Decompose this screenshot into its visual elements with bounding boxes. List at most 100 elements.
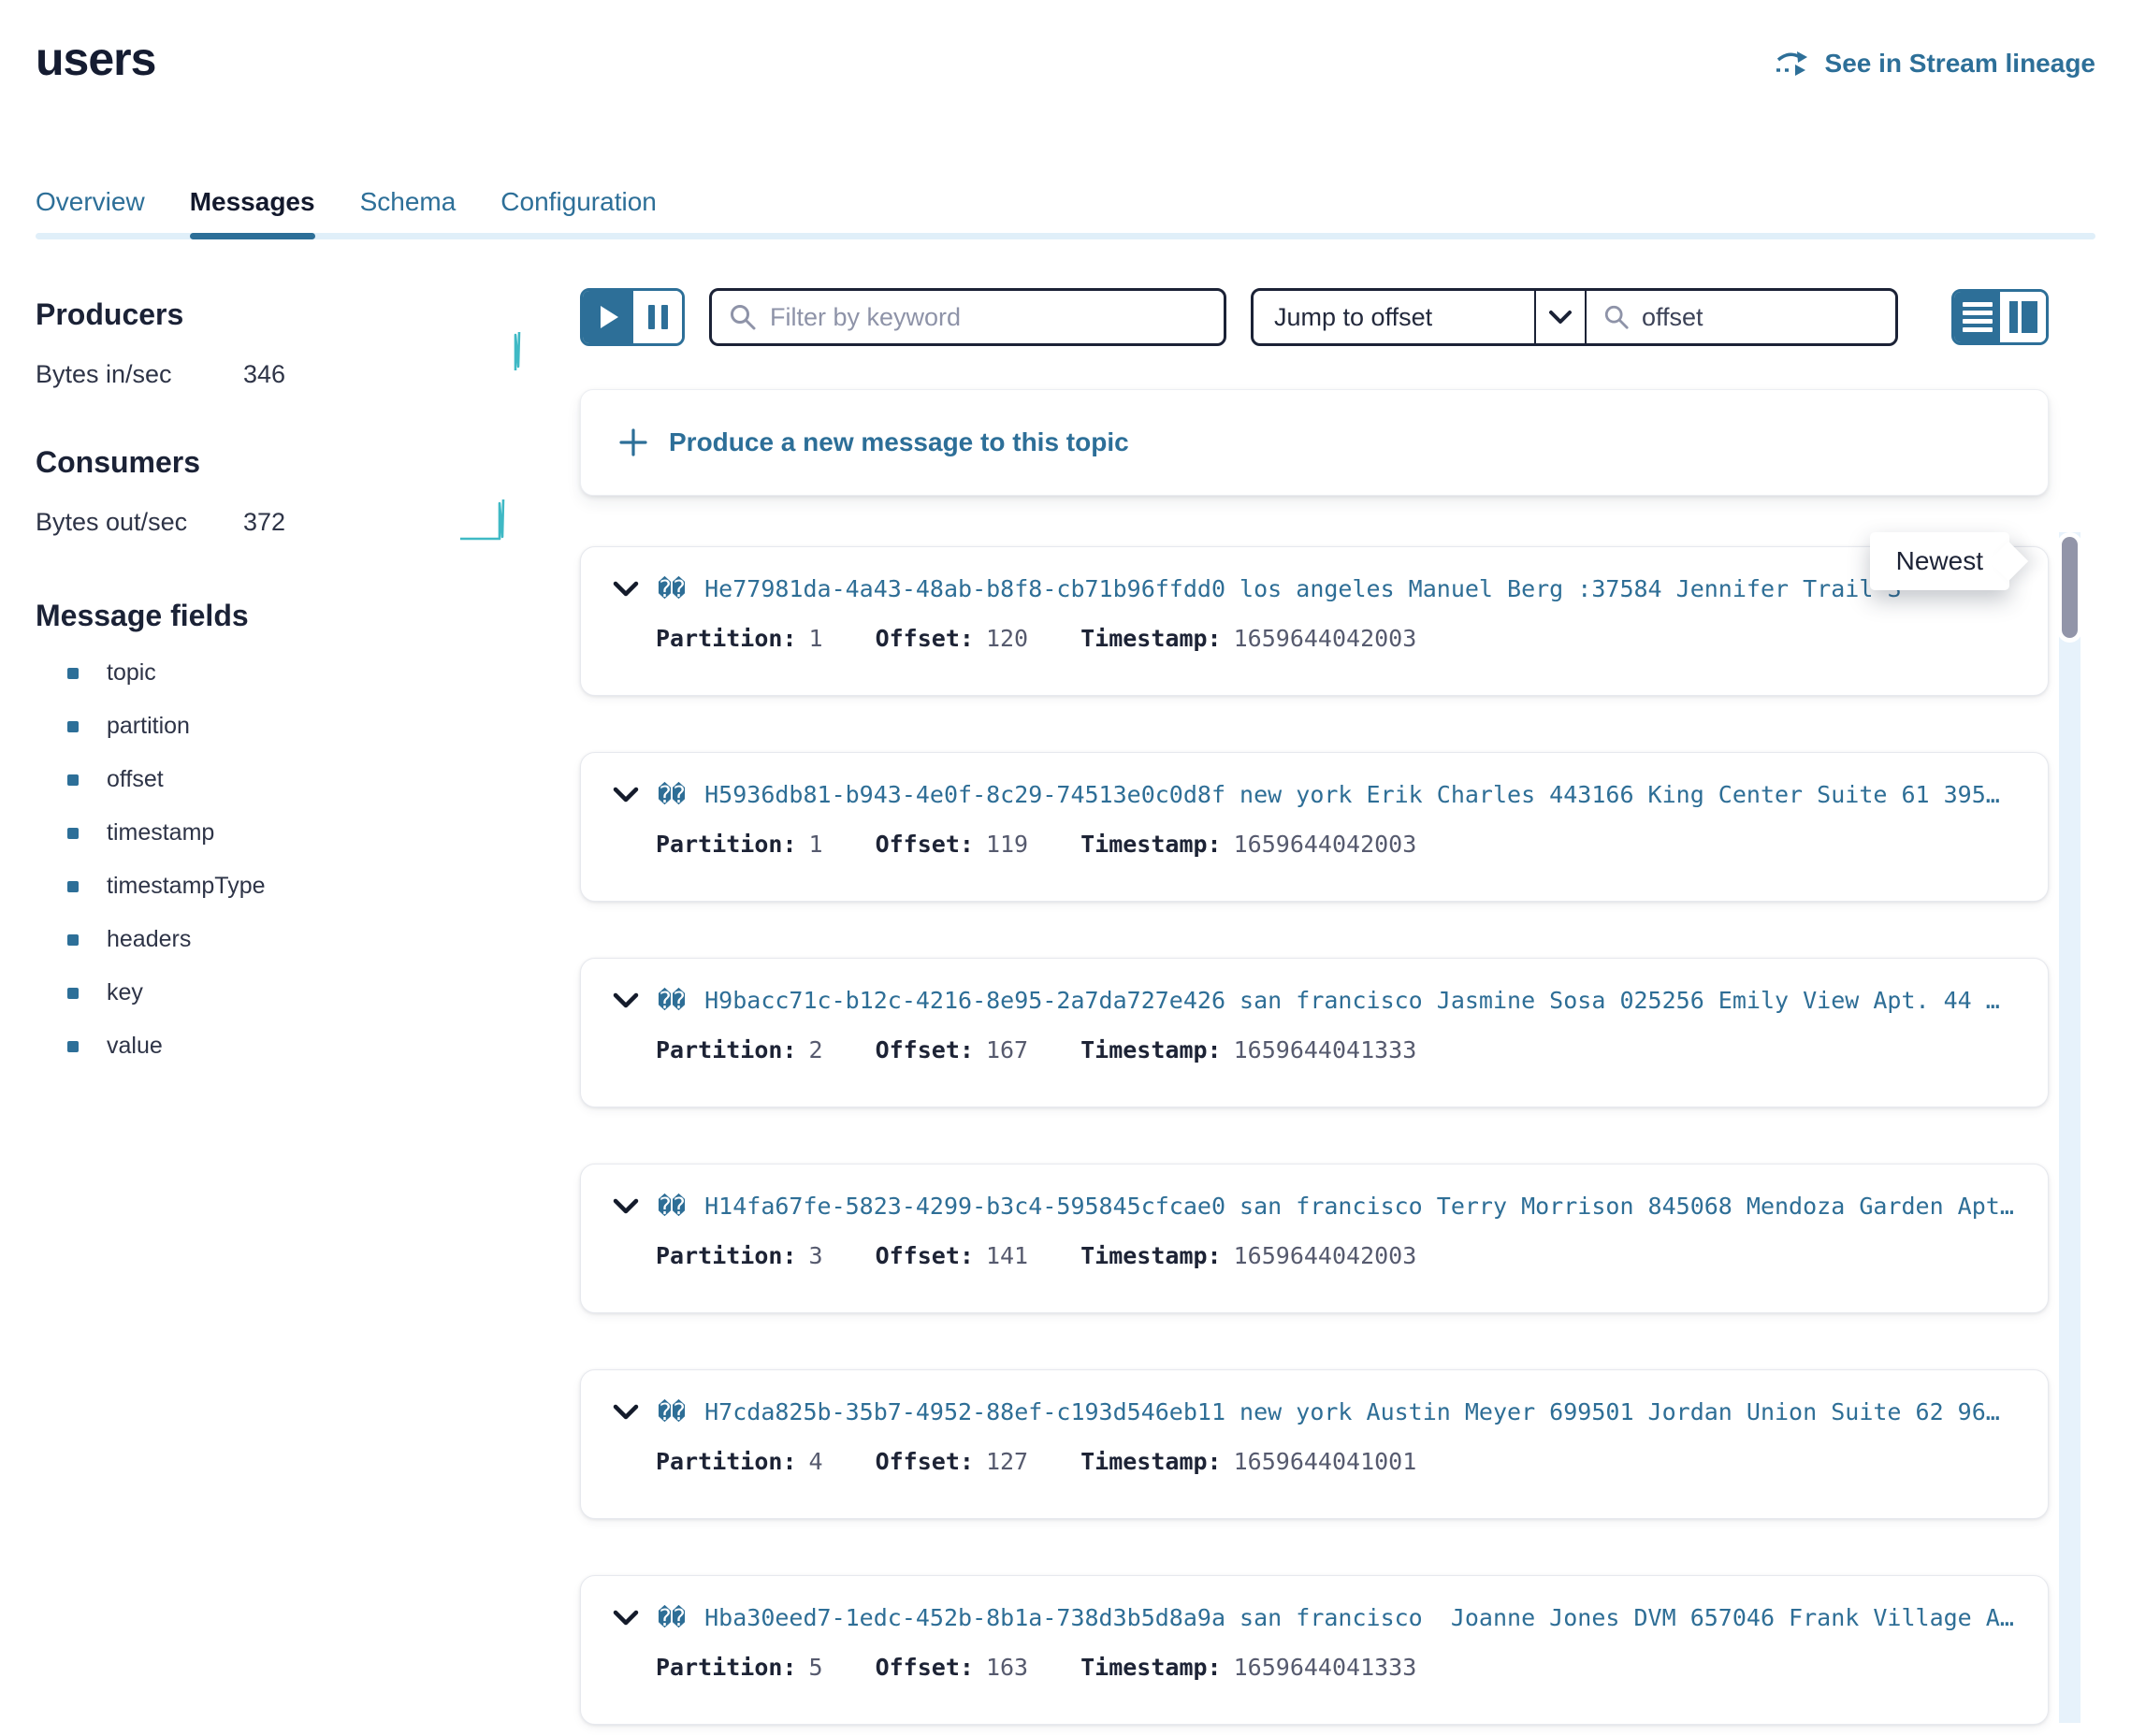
message-key-row[interactable]: �� H9bacc71c-b12c-4216-8e95-2a7da727e426… [613, 987, 2016, 1014]
chevron-down-icon[interactable] [1534, 291, 1587, 343]
list-view-button[interactable] [1954, 292, 2000, 342]
newest-tooltip: Newest [1870, 532, 2009, 590]
messages-panel: Jump to offset [545, 239, 2095, 1736]
stream-lineage-label: See in Stream lineage [1825, 49, 2095, 79]
chevron-down-icon [613, 787, 639, 803]
field-label: key [107, 979, 143, 1006]
pause-icon [648, 305, 655, 329]
field-label: offset [107, 766, 164, 793]
message-key-row[interactable]: �� H7cda825b-35b7-4952-88ef-c193d546eb11… [613, 1398, 2016, 1425]
field-item-timestamp: timestamp [36, 819, 545, 846]
message-key: He77981da-4a43-48ab-b8f8-cb71b96ffdd0 lo… [704, 575, 2016, 602]
list-view-icon [1963, 302, 1993, 307]
message-meta: Partition:3 Offset:141 Timestamp:1659644… [656, 1242, 2016, 1269]
message-meta: Partition:1 Offset:119 Timestamp:1659644… [656, 831, 2016, 858]
timestamp-value: 1659644042003 [1234, 625, 1417, 652]
field-item-topic: topic [36, 659, 545, 687]
bullet-icon [67, 934, 79, 946]
filter-input-wrapper [709, 288, 1226, 346]
field-item-key: key [36, 979, 545, 1006]
message-list: �� He77981da-4a43-48ab-b8f8-cb71b96ffdd0… [580, 546, 2049, 1725]
field-label: headers [107, 926, 191, 953]
field-label: value [107, 1033, 163, 1060]
view-toggle-group [1951, 289, 2049, 345]
field-label: topic [107, 659, 156, 687]
consumers-heading: Consumers [36, 445, 545, 480]
unknown-glyph: �� [658, 575, 686, 602]
stream-lineage-icon [1775, 50, 1812, 78]
tab-schema[interactable]: Schema [360, 187, 457, 239]
pause-button[interactable] [631, 291, 682, 343]
sidebar: Producers Bytes in/sec 346 Consumers Byt… [36, 239, 545, 1717]
see-in-stream-lineage-link[interactable]: See in Stream lineage [1775, 49, 2095, 79]
offset-input-wrapper [1587, 291, 1895, 343]
scrollbar-thumb[interactable] [2062, 537, 2078, 638]
message-key-row[interactable]: �� H14fa67fe-5823-4299-b3c4-595845cfcae0… [613, 1193, 2016, 1220]
bullet-icon [67, 721, 79, 732]
jump-to-offset-group: Jump to offset [1251, 288, 1898, 346]
tab-configuration[interactable]: Configuration [500, 187, 657, 239]
field-item-partition: partition [36, 713, 545, 740]
message-card: �� Hba30eed7-1edc-452b-8b1a-738d3b5d8a9a… [580, 1575, 2049, 1725]
message-key-row[interactable]: �� H5936db81-b943-4e0f-8c29-74513e0c0d8f… [613, 781, 2016, 808]
message-card: �� He77981da-4a43-48ab-b8f8-cb71b96ffdd0… [580, 546, 2049, 696]
tab-bar: Overview Messages Schema Configuration [36, 187, 2095, 239]
plus-icon [618, 427, 648, 457]
chevron-down-icon [613, 1198, 639, 1215]
chevron-down-icon [613, 1610, 639, 1627]
chevron-down-icon [613, 581, 639, 598]
column-view-icon [2009, 301, 2018, 333]
tab-messages[interactable]: Messages [190, 187, 315, 239]
bullet-icon [67, 881, 79, 892]
message-card: �� H5936db81-b943-4e0f-8c29-74513e0c0d8f… [580, 752, 2049, 902]
bytes-out-value: 372 [243, 508, 285, 537]
field-label: timestamp [107, 819, 214, 846]
bytes-in-value: 346 [243, 360, 285, 389]
bytes-in-label: Bytes in/sec [36, 360, 243, 389]
bytes-out-sparkline [458, 494, 524, 542]
partition-value: 1 [809, 625, 823, 652]
content: Producers Bytes in/sec 346 Consumers Byt… [36, 239, 2095, 1736]
offset-value: 120 [986, 625, 1028, 652]
tab-overview[interactable]: Overview [36, 187, 145, 239]
scrollbar-track[interactable] [2059, 532, 2080, 1723]
partition-label: Partition: [656, 625, 797, 652]
play-pause-group [580, 288, 685, 346]
bullet-icon [67, 988, 79, 999]
field-label: timestampType [107, 873, 266, 900]
play-button[interactable] [583, 291, 631, 343]
message-key-row[interactable]: �� Hba30eed7-1edc-452b-8b1a-738d3b5d8a9a… [613, 1604, 2016, 1631]
message-meta: Partition:5 Offset:163 Timestamp:1659644… [656, 1654, 2016, 1681]
unknown-glyph: �� [658, 987, 686, 1014]
unknown-glyph: �� [658, 781, 686, 808]
message-key: Hba30eed7-1edc-452b-8b1a-738d3b5d8a9a sa… [704, 1604, 2016, 1631]
field-label: partition [107, 713, 190, 740]
bullet-icon [67, 774, 79, 786]
message-key-row[interactable]: �� He77981da-4a43-48ab-b8f8-cb71b96ffdd0… [613, 575, 2016, 602]
bullet-icon [67, 1041, 79, 1052]
unknown-glyph: �� [658, 1604, 686, 1631]
bytes-out-label: Bytes out/sec [36, 508, 243, 537]
jump-to-offset-select[interactable]: Jump to offset [1254, 291, 1534, 343]
bytes-in-metric: Bytes in/sec 346 [36, 360, 545, 389]
message-key: H9bacc71c-b12c-4216-8e95-2a7da727e426 sa… [704, 987, 2016, 1014]
message-meta: Partition:2 Offset:167 Timestamp:1659644… [656, 1036, 2016, 1063]
page-header: users See in Stream lineage [36, 0, 2095, 86]
message-card: �� H9bacc71c-b12c-4216-8e95-2a7da727e426… [580, 958, 2049, 1107]
field-item-offset: offset [36, 766, 545, 793]
filter-input[interactable] [770, 303, 1207, 332]
offset-input[interactable] [1642, 303, 1878, 332]
unknown-glyph: �� [658, 1398, 686, 1425]
message-meta: Partition:1 Offset:120 Timestamp:1659644… [656, 625, 2016, 652]
play-icon [601, 306, 618, 328]
messages-toolbar: Jump to offset [580, 288, 2049, 346]
timestamp-label: Timestamp: [1080, 625, 1222, 652]
message-fields-heading: Message fields [36, 599, 545, 633]
producers-heading: Producers [36, 297, 545, 332]
column-view-button[interactable] [2000, 292, 2046, 342]
field-item-timestampType: timestampType [36, 873, 545, 900]
chevron-down-icon [613, 1404, 639, 1421]
message-key: H7cda825b-35b7-4952-88ef-c193d546eb11 ne… [704, 1398, 2016, 1425]
produce-message-button[interactable]: Produce a new message to this topic [580, 389, 2049, 496]
field-item-value: value [36, 1033, 545, 1060]
